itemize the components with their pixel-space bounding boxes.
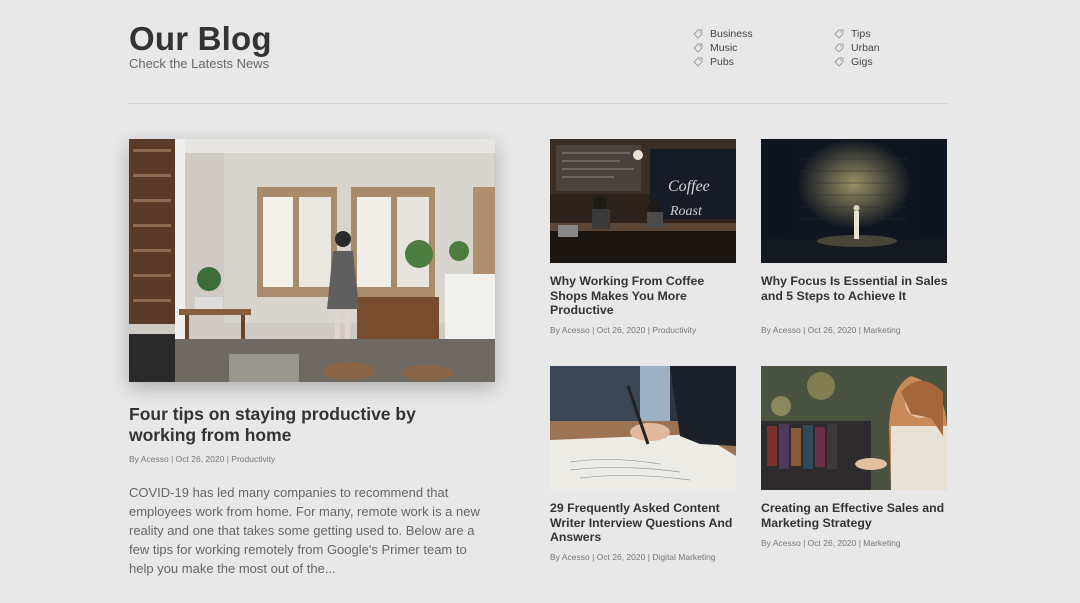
meta-separator: | [226, 454, 229, 464]
tag-icon [693, 29, 703, 39]
post-category-link[interactable]: Marketing [863, 538, 900, 548]
meta-separator: | [647, 552, 650, 562]
meta-separator: | [171, 454, 174, 464]
post-image-writing[interactable] [550, 366, 736, 490]
featured-post-title[interactable]: Four tips on staying productive by worki… [129, 404, 469, 446]
tag-icon [693, 43, 703, 53]
meta-separator: | [803, 325, 806, 335]
post-category-link[interactable]: Productivity [231, 454, 275, 464]
post-date: Oct 26, 2020 [596, 552, 646, 562]
page-subtitle: Check the Latests News [129, 56, 270, 71]
category-link-pubs[interactable]: Pubs [693, 55, 753, 69]
post-meta: By Acesso | Oct 26, 2020 | Marketing [761, 538, 901, 548]
post-category-link[interactable]: Digital Marketing [652, 552, 715, 562]
meta-separator: | [803, 538, 806, 548]
meta-separator: | [858, 325, 861, 335]
post-title[interactable]: Creating an Effective Sales and Marketin… [761, 501, 951, 530]
post-title[interactable]: Why Working From Coffee Shops Makes You … [550, 274, 740, 318]
meta-separator: | [647, 325, 650, 335]
featured-post-meta: By Acesso | Oct 26, 2020 | Productivity [129, 454, 275, 464]
post-date: Oct 26, 2020 [596, 325, 646, 335]
tag-icon [834, 57, 844, 67]
post-meta: By Acesso | Oct 26, 2020 | Digital Marke… [550, 552, 716, 562]
post-meta: By Acesso | Oct 26, 2020 | Productivity [550, 325, 696, 335]
post-author: By Acesso [761, 538, 801, 548]
post-author: By Acesso [550, 552, 590, 562]
meta-separator: | [592, 325, 595, 335]
tag-icon [834, 29, 844, 39]
post-category-link[interactable]: Marketing [863, 325, 900, 335]
meta-separator: | [858, 538, 861, 548]
category-label: Pubs [710, 56, 734, 68]
post-meta: By Acesso | Oct 26, 2020 | Marketing [761, 325, 901, 335]
category-label: Music [710, 42, 738, 54]
featured-post-excerpt: COVID-19 has led many companies to recom… [129, 485, 480, 576]
post-image-coffee-shop[interactable]: Coffee Roast [550, 139, 736, 263]
tag-icon [834, 43, 844, 53]
meta-separator: | [592, 552, 595, 562]
category-link-urban[interactable]: Urban [834, 41, 880, 55]
svg-text:Coffee: Coffee [668, 178, 710, 195]
category-label: Business [710, 28, 753, 40]
header-divider [129, 103, 948, 104]
category-link-tips[interactable]: Tips [834, 27, 880, 41]
category-label: Gigs [851, 56, 873, 68]
post-image-shopping[interactable] [761, 366, 947, 490]
category-list-1: Business Music Pubs [693, 27, 753, 69]
post-date: Oct 26, 2020 [807, 325, 857, 335]
category-link-business[interactable]: Business [693, 27, 753, 41]
post-author: By Acesso [761, 325, 801, 335]
category-link-music[interactable]: Music [693, 41, 753, 55]
category-label: Urban [851, 42, 880, 54]
post-author: By Acesso [129, 454, 169, 464]
featured-post-image[interactable] [129, 139, 495, 382]
page-title: Our Blog [129, 20, 272, 57]
tag-icon [693, 57, 703, 67]
post-date: Oct 26, 2020 [807, 538, 857, 548]
category-link-gigs[interactable]: Gigs [834, 55, 880, 69]
post-date: Oct 26, 2020 [175, 454, 225, 464]
category-label: Tips [851, 28, 871, 40]
post-image-spotlight[interactable] [761, 139, 947, 263]
category-list-2: Tips Urban Gigs [834, 27, 880, 69]
svg-text:Roast: Roast [669, 204, 703, 219]
post-title[interactable]: Why Focus Is Essential in Sales and 5 St… [761, 274, 951, 303]
post-category-link[interactable]: Productivity [652, 325, 696, 335]
post-author: By Acesso [550, 325, 590, 335]
post-title[interactable]: 29 Frequently Asked Content Writer Inter… [550, 501, 740, 545]
